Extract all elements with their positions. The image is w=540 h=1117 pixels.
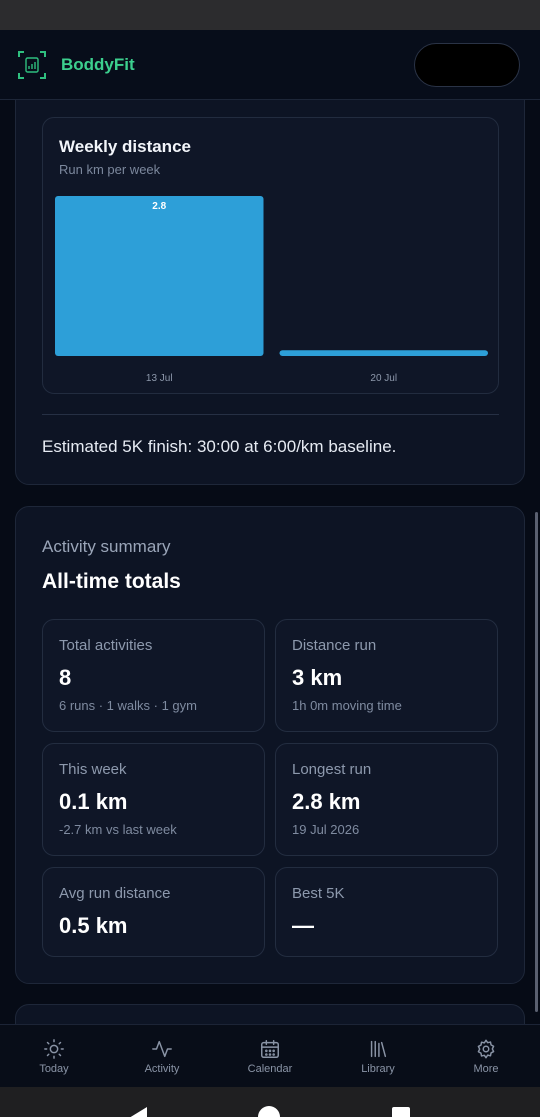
tile-label: This week xyxy=(59,761,127,778)
tile-sub: -2.7 km vs last week xyxy=(59,822,177,837)
nav-label: Today xyxy=(39,1063,69,1075)
x-tick-label: 13 Jul xyxy=(146,373,173,384)
tile-sub: 6 runs · 1 walks · 1 gym xyxy=(59,698,197,713)
bar-20-jul[interactable] xyxy=(279,350,489,356)
home-button[interactable] xyxy=(258,1106,280,1117)
summary-label: Activity summary xyxy=(42,537,171,556)
nav-item-more[interactable]: More xyxy=(432,1025,540,1087)
tile-value: 0.1 km xyxy=(59,789,128,814)
tile-label: Avg run distance xyxy=(59,885,171,902)
tile-label: Longest run xyxy=(292,761,372,778)
tile-value: — xyxy=(292,913,314,938)
summary-title: All-time totals xyxy=(42,570,181,593)
tile-value: 2.8 km xyxy=(292,789,361,814)
tile-sub: 19 Jul 2026 xyxy=(292,822,360,837)
5k-estimate-text: Estimated 5K finish: 30:00 at 6:00/km ba… xyxy=(42,437,397,456)
next-card xyxy=(15,1004,525,1024)
stat-tile-this-week: This week 0.1 km -2.7 km vs last week xyxy=(42,743,265,856)
system-status-bar xyxy=(0,0,540,30)
app-logo[interactable] xyxy=(18,50,46,79)
calendar-icon xyxy=(261,1040,279,1058)
system-navigation-bar xyxy=(0,1087,540,1117)
x-tick-label: 20 Jul xyxy=(370,373,397,384)
divider xyxy=(42,414,499,415)
tile-value: 8 xyxy=(59,665,72,690)
stat-tile-distance-run: Distance run 3 km 1h 0m moving time xyxy=(275,619,498,732)
sun-icon xyxy=(44,1039,64,1059)
nav-item-today[interactable]: Today xyxy=(0,1025,108,1087)
stat-tile-total-activities: Total activities 8 6 runs · 1 walks · 1 … xyxy=(42,619,265,732)
bar-value-label: 2.8 xyxy=(152,201,166,212)
brand-name: BoddyFit xyxy=(61,54,135,74)
nav-item-library[interactable]: Library xyxy=(324,1025,432,1087)
nav-label: Calendar xyxy=(247,1063,293,1075)
main-scroll-area[interactable]: Weekly distance Run km per week 2.8 13 Ju… xyxy=(0,100,540,1024)
weekly-distance-chart: Weekly distance Run km per week 2.8 13 Ju… xyxy=(42,117,499,394)
tile-sub: 1h 0m moving time xyxy=(292,698,402,713)
recents-button[interactable] xyxy=(392,1107,410,1117)
tile-value: 3 km xyxy=(292,665,343,690)
tile-label: Best 5K xyxy=(292,885,345,902)
nav-label: More xyxy=(473,1063,499,1075)
bottom-nav: Today Activity Calendar Library More xyxy=(0,1024,540,1087)
stat-tile-longest-run: Longest run 2.8 km 19 Jul 2026 xyxy=(275,743,498,856)
activity-summary-card: Activity summary All-time totals Total a… xyxy=(15,506,525,984)
chart-doc-icon xyxy=(25,56,39,73)
tile-label: Distance run xyxy=(292,637,377,654)
tile-label: Total activities xyxy=(59,637,153,654)
nav-item-calendar[interactable]: Calendar xyxy=(216,1025,324,1087)
nav-label: Library xyxy=(361,1063,395,1075)
nav-item-activity[interactable]: Activity xyxy=(108,1025,216,1087)
stat-tile-best-5k: Best 5K — xyxy=(275,867,498,957)
activity-icon xyxy=(152,1040,172,1058)
library-icon xyxy=(370,1040,387,1058)
scrollbar[interactable] xyxy=(535,512,538,1012)
back-icon[interactable] xyxy=(127,1107,149,1117)
header-action-pill[interactable] xyxy=(414,43,520,87)
app-header: BoddyFit xyxy=(0,30,540,100)
weekly-distance-card: Weekly distance Run km per week 2.8 13 Ju… xyxy=(15,100,525,485)
stat-tile-avg-run-distance: Avg run distance 0.5 km xyxy=(42,867,265,957)
bar-13-jul[interactable] xyxy=(55,196,264,356)
nav-label: Activity xyxy=(144,1063,180,1075)
gear-icon xyxy=(477,1039,495,1059)
tile-value: 0.5 km xyxy=(59,913,128,938)
bar-chart-svg: 2.8 13 Jul 20 Jul xyxy=(55,196,489,384)
